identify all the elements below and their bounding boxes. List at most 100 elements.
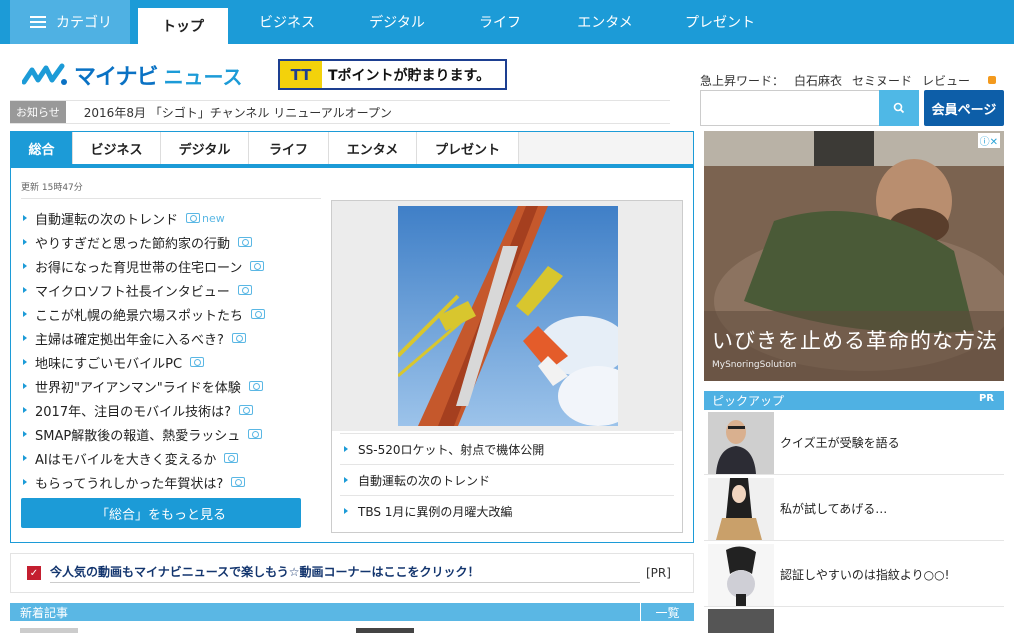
hamburger-icon	[30, 16, 46, 28]
nav-tab-life[interactable]: ライフ	[458, 0, 542, 44]
arrow-icon	[23, 359, 27, 365]
news-item[interactable]: やりすぎだと思った節約家の行動	[21, 230, 321, 254]
pickup-item[interactable]: 私が試してあげる…	[704, 477, 1004, 541]
camera-icon	[250, 261, 265, 271]
panel-tab-digital[interactable]: デジタル	[161, 132, 249, 164]
video-pr-bar[interactable]: ✓ 今人気の動画もマイナビニュースで楽しもう☆動画コーナーはここをクリック！ […	[10, 553, 694, 593]
feature-links: SS-520ロケット、射点で機体公開 自動運転の次のトレンド TBS 1月に異例…	[332, 433, 682, 526]
news-item[interactable]: マイクロソフト社長インタビュー	[21, 278, 321, 302]
notice-bar: お知らせ 2016年8月 「シゴト」チャンネル リニューアルオープン	[10, 100, 670, 124]
video-pr-link[interactable]: 今人気の動画もマイナビニュースで楽しもう☆動画コーナーはここをクリック！	[50, 563, 640, 583]
trend-word[interactable]: レビュー	[922, 72, 970, 89]
article-thumb-stub	[20, 628, 78, 633]
news-title: やりすぎだと思った節約家の行動	[35, 236, 231, 252]
news-item[interactable]: 地味にすごいモバイルPC	[21, 350, 321, 374]
news-item[interactable]: 2017年、注目のモバイル技術は?	[21, 398, 321, 422]
pickup-title: 認証しやすいのは指紋より○○!	[780, 568, 950, 582]
arrow-icon	[344, 508, 348, 514]
nav-tab-entame[interactable]: エンタメ	[562, 0, 648, 44]
member-page-button[interactable]: 会員ページ	[924, 90, 1004, 126]
panel-tab-entame[interactable]: エンタメ	[329, 132, 417, 164]
site-logo[interactable]: マイナビ ニュース	[22, 60, 243, 90]
top-news-panel: 総合 ビジネス デジタル ライフ エンタメ プレゼント 更新 15時47分 自動…	[10, 131, 694, 543]
news-item[interactable]: AIはモバイルを大きく変えるか	[21, 446, 321, 470]
feature-link[interactable]: SS-520ロケット、射点で機体公開	[340, 433, 674, 464]
pickup-title: 私が試してあげる…	[780, 502, 888, 516]
trending-words: 急上昇ワード： 白石麻衣 セミヌード レビュー	[700, 72, 970, 89]
nav-tab-business[interactable]: ビジネス	[243, 0, 331, 44]
trend-word[interactable]: 白石麻衣	[794, 72, 842, 89]
search-icon	[893, 102, 905, 114]
arrow-icon	[23, 407, 27, 413]
trend-word[interactable]: セミヌード	[852, 72, 912, 89]
nav-tab-digital[interactable]: デジタル	[353, 0, 441, 44]
pr-label: [PR]	[646, 566, 671, 580]
pickup-thumbnail	[708, 411, 774, 474]
trend-label: 急上昇ワード：	[700, 74, 785, 88]
camera-icon	[248, 429, 263, 439]
feature-link[interactable]: TBS 1月に異例の月曜大改編	[340, 495, 674, 526]
news-item[interactable]: 自動運転の次のトレンド new	[21, 206, 321, 230]
news-item[interactable]: ここが札幌の絶景穴場スポットたち	[21, 302, 321, 326]
arrow-icon	[23, 287, 27, 293]
news-item[interactable]: もらってうれしかった年賀状は?	[21, 470, 321, 494]
pickup-title: クイズ王が受験を語る	[780, 436, 900, 450]
pickup-item[interactable]	[704, 609, 1004, 633]
pickup-item[interactable]: クイズ王が受験を語る	[704, 411, 1004, 475]
news-title: 主婦は確定拠出年金に入るべき?	[35, 332, 224, 348]
notice-link[interactable]: 2016年8月 「シゴト」チャンネル リニューアルオープン	[84, 104, 392, 121]
new-articles-header: 新着記事 一覧	[10, 603, 694, 621]
mynavi-logo-icon	[22, 63, 67, 85]
logo-text: マイナビ	[74, 65, 159, 90]
pickup-thumbnail	[708, 543, 774, 606]
camera-icon	[251, 309, 266, 319]
panel-tab-general[interactable]: 総合	[11, 132, 73, 164]
camera-icon	[248, 381, 263, 391]
search-input[interactable]	[700, 90, 880, 126]
panel-tab-life[interactable]: ライフ	[249, 132, 329, 164]
panel-tabs: 総合 ビジネス デジタル ライフ エンタメ プレゼント	[11, 132, 693, 168]
panel-tab-business[interactable]: ビジネス	[73, 132, 161, 164]
pickup-item[interactable]: 認証しやすいのは指紋より○○!	[704, 543, 1004, 607]
news-item[interactable]: SMAP解散後の報道、熱愛ラッシュ	[21, 422, 321, 446]
feature-link[interactable]: 自動運転の次のトレンド	[340, 464, 674, 495]
news-item[interactable]: お得になった育児世帯の住宅ローン	[21, 254, 321, 278]
camera-icon	[186, 213, 201, 223]
news-list: 自動運転の次のトレンド new やりすぎだと思った節約家の行動 お得になった育児世…	[21, 206, 321, 494]
arrow-icon	[23, 431, 27, 437]
category-label: カテゴリ	[56, 15, 112, 31]
ad-info-icon[interactable]: ⓘ✕	[977, 133, 1000, 148]
rss-icon[interactable]	[988, 76, 996, 84]
nav-tab-top[interactable]: トップ	[138, 8, 228, 44]
news-item[interactable]: 主婦は確定拠出年金に入るべき?	[21, 326, 321, 350]
tabs-filler	[519, 132, 693, 164]
news-item[interactable]: 世界初"アイアンマン"ライドを体験	[21, 374, 321, 398]
ad-banner[interactable]: ⓘ✕ いびきを止める革命的な方法 MySnoringSolution	[704, 131, 1004, 381]
more-general-button[interactable]: 「総合」をもっと見る	[21, 498, 301, 528]
rocket-photo[interactable]	[398, 206, 618, 426]
news-title: 世界初"アイアンマン"ライドを体験	[35, 380, 241, 396]
camera-icon	[190, 357, 205, 367]
arrow-icon	[23, 215, 27, 221]
category-menu-button[interactable]: カテゴリ	[10, 0, 130, 44]
all-articles-link[interactable]: 一覧	[640, 603, 694, 621]
camera-icon	[224, 453, 239, 463]
arrow-icon	[23, 335, 27, 341]
news-title: マイクロソフト社長インタビュー	[35, 284, 230, 300]
arrow-icon	[23, 239, 27, 245]
news-title: もらってうれしかった年賀状は?	[35, 476, 224, 492]
search-button[interactable]	[879, 90, 919, 126]
panel-tab-present[interactable]: プレゼント	[417, 132, 519, 164]
pickup-thumbnail	[708, 609, 774, 633]
new-articles-label: 新着記事	[20, 605, 69, 620]
updated-time: 更新 15時47分	[21, 183, 83, 193]
nav-tab-present[interactable]: プレゼント	[672, 0, 768, 44]
ad-brand: MySnoringSolution	[712, 360, 797, 370]
arrow-icon	[344, 477, 348, 483]
tpoint-text: Tポイントが貯まります。	[328, 67, 491, 84]
news-title: SMAP解散後の報道、熱愛ラッシュ	[35, 428, 241, 444]
tpoint-banner[interactable]: TT Tポイントが貯まります。	[278, 59, 507, 90]
checkmark-icon: ✓	[27, 566, 41, 580]
news-title: お得になった育児世帯の住宅ローン	[35, 260, 243, 276]
news-title: ここが札幌の絶景穴場スポットたち	[35, 308, 244, 324]
